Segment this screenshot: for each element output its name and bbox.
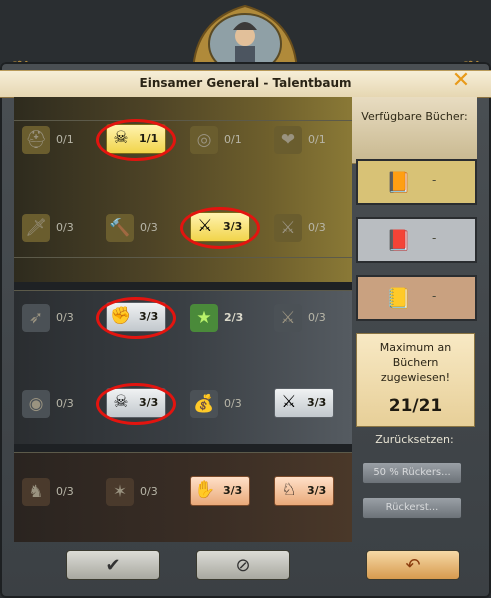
talent-r3c3[interactable]: ★ 2/3 xyxy=(190,302,256,334)
check-icon: ✔ xyxy=(105,554,121,576)
divider xyxy=(14,257,352,258)
talent-count: 0/3 xyxy=(140,485,158,498)
talent-count: 0/3 xyxy=(56,311,74,324)
heart-icon: ❤ xyxy=(274,126,302,154)
talent-r4c3[interactable]: 💰 0/3 xyxy=(190,388,256,420)
reset-half-button[interactable]: 50 % Rückers... xyxy=(362,462,462,484)
talent-r2c2[interactable]: 🔨 0/3 xyxy=(106,212,172,244)
talent-r5c2[interactable]: ✶ 0/3 xyxy=(106,476,172,508)
reset-label: Zurücksetzen: xyxy=(375,433,454,446)
talent-r2c4[interactable]: ⚔ 0/3 xyxy=(274,212,340,244)
talent-count: 0/3 xyxy=(224,397,242,410)
forbidden-icon: ⊘ xyxy=(235,554,251,576)
books-panel: Verfügbare Bücher: 📙 - 📕 - 📒 - Maximum a… xyxy=(352,97,477,542)
talent-count: 0/3 xyxy=(56,485,74,498)
helmet-icon: ⛑ xyxy=(22,126,50,154)
spearhead-icon: ➶ xyxy=(22,304,50,332)
window-title: Einsamer General - Talentbaum xyxy=(139,76,352,90)
divider xyxy=(14,452,352,453)
talent-r3c4[interactable]: ⚔ 0/3 xyxy=(274,302,340,334)
talent-r1c3[interactable]: ◎ 0/1 xyxy=(190,124,256,156)
reset-full-button[interactable]: Rückerst... xyxy=(362,497,462,519)
coin-plus-icon: ◎ xyxy=(190,126,218,154)
red-runes-icon: ✶ xyxy=(106,478,134,506)
divider xyxy=(14,290,352,291)
max-books-value: 21/21 xyxy=(388,396,443,416)
green-star-icon: ★ xyxy=(190,304,218,332)
talent-count: 0/3 xyxy=(56,221,74,234)
talent-count: 0/3 xyxy=(140,221,158,234)
talent-r5c4[interactable]: ♘ 3/3 xyxy=(274,476,334,506)
gold-book-slot: 📙 - xyxy=(356,159,477,205)
talent-count: 0/1 xyxy=(308,133,326,146)
highlight-ring xyxy=(96,119,176,161)
swords-clock-icon: ⚔ xyxy=(274,214,302,242)
highlight-ring xyxy=(180,207,260,249)
talent-r5c3[interactable]: ✋ 3/3 xyxy=(190,476,250,506)
max-books-text: Maximum an Büchern zugewiesen! xyxy=(379,341,452,384)
undo-button[interactable]: ↶ xyxy=(366,550,460,580)
talent-count: 3/3 xyxy=(223,484,243,497)
talent-count: 0/3 xyxy=(56,397,74,410)
gauntlet-icon: ✋ xyxy=(194,479,216,500)
talent-count: 2/3 xyxy=(224,311,244,324)
talent-r1c1[interactable]: ⛑ 0/1 xyxy=(22,124,88,156)
talent-count: 0/1 xyxy=(224,133,242,146)
dagger-icon: 🗡 xyxy=(22,214,50,242)
copper-book-count: - xyxy=(432,289,437,303)
reset-full-label: Rückerst... xyxy=(385,502,439,513)
books-header xyxy=(352,97,477,164)
silver-book-icon: 📕 xyxy=(386,228,411,252)
swords-plus-icon: ⚔ xyxy=(274,304,302,332)
silver-book-count: - xyxy=(432,231,437,245)
cancel-button[interactable]: ⊘ xyxy=(196,550,290,580)
horseman-icon: ♞ xyxy=(22,478,50,506)
confirm-button[interactable]: ✔ xyxy=(66,550,160,580)
copper-book-slot: 📒 - xyxy=(356,275,477,321)
money-bag-icon: 💰 xyxy=(190,390,218,418)
silver-book-slot: 📕 - xyxy=(356,217,477,263)
hammer-icon: 🔨 xyxy=(106,214,134,242)
talent-count: 3/3 xyxy=(307,396,327,409)
target-icon: ◉ xyxy=(22,390,50,418)
divider xyxy=(14,120,352,121)
books-header-label: Verfügbare Bücher: xyxy=(361,110,468,123)
gold-book-count: - xyxy=(432,173,437,187)
horse-icon: ♘ xyxy=(281,479,297,500)
talent-count: 0/3 xyxy=(308,311,326,324)
footer-bar: ✔ ⊘ ↶ xyxy=(14,542,477,588)
undo-icon: ↶ xyxy=(405,554,421,576)
talent-r4c1[interactable]: ◉ 0/3 xyxy=(22,388,88,420)
talent-r5c1[interactable]: ♞ 0/3 xyxy=(22,476,88,508)
copper-book-icon: 📒 xyxy=(386,286,411,310)
gold-book-icon: 📙 xyxy=(386,170,411,194)
max-books-notice: Maximum an Büchern zugewiesen! 21/21 xyxy=(356,333,475,427)
talent-count: 0/1 xyxy=(56,133,74,146)
sword-shield-icon: ⚔ xyxy=(281,391,297,412)
talent-count: 0/3 xyxy=(308,221,326,234)
talent-r1c4[interactable]: ❤ 0/1 xyxy=(274,124,340,156)
talent-r3c1[interactable]: ➶ 0/3 xyxy=(22,302,88,334)
highlight-ring xyxy=(96,383,176,425)
close-icon[interactable]: ✕ xyxy=(450,70,472,92)
highlight-ring xyxy=(96,297,176,339)
talent-count: 3/3 xyxy=(307,484,327,497)
talent-r4c4[interactable]: ⚔ 3/3 xyxy=(274,388,334,418)
talent-r2c1[interactable]: 🗡 0/3 xyxy=(22,212,88,244)
